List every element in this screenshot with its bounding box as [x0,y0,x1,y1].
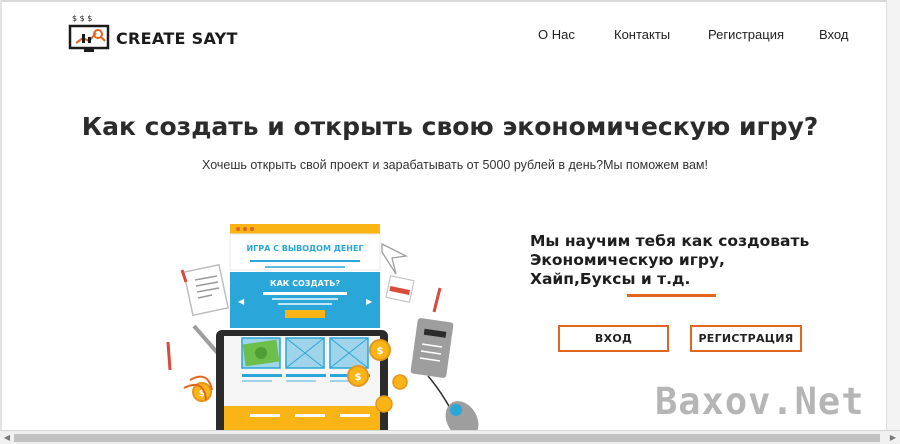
slider-left-arrow-icon: ◀ [238,297,245,306]
nav-item-about[interactable]: О Нас [538,27,575,42]
window-top-border [0,0,900,2]
svg-text:$: $ [355,372,362,383]
register-button[interactable]: РЕГИСТРАЦИЯ [690,325,802,352]
pitch-line-1: Мы научим тебя как создовать [530,232,810,250]
pitch-underline [627,294,716,297]
scroll-left-arrow-icon[interactable]: ◀ [2,433,12,443]
pitch-line-3: Хайп,Буксы и т.д. [530,270,691,288]
illustration-slide-text: КАК СОЗДАТЬ? [270,279,340,288]
logo-dollar-symbols: $ $ $ [72,14,92,23]
slider-right-arrow-icon: ▶ [366,297,373,306]
website-illustration: ИГРА С ВЫВОДОМ ДЕНЕГ КАК СОЗДАТЬ? ◀ ▶ $ … [166,224,479,444]
window-left-border [0,0,2,444]
pitch-line-2: Экономическую игру, [530,251,725,269]
horizontal-scrollbar[interactable]: ◀ ▶ [0,430,900,444]
nav-item-contacts[interactable]: Контакты [614,27,670,42]
pencil-red-icon [166,341,172,371]
scroll-right-arrow-icon[interactable]: ▶ [888,433,898,443]
pitch-text: Мы научим тебя как создовать Экономическ… [530,232,870,289]
nav-item-login[interactable]: Вход [819,27,848,42]
nav-item-registration[interactable]: Регистрация [708,27,784,42]
svg-text:$: $ [377,346,384,357]
main-nav: О Нас Контакты Регистрация Вход [0,27,900,43]
illustration-banner-text: ИГРА С ВЫВОДОМ ДЕНЕГ [246,244,363,253]
pencil-red-right-icon [432,287,442,313]
hero-subtitle: Хочешь открыть свой проект и зарабатыват… [202,158,708,172]
watermark: Baxov.Net [655,380,865,423]
hero-title: Как создать и открыть свою экономическую… [81,112,819,141]
paper-plane-icon [381,242,409,275]
vertical-scrollbar[interactable] [886,0,900,430]
scroll-thumb[interactable] [14,434,880,442]
document-icon [182,263,230,317]
login-button[interactable]: ВХОД [558,325,669,352]
notebook-icon [410,318,454,378]
